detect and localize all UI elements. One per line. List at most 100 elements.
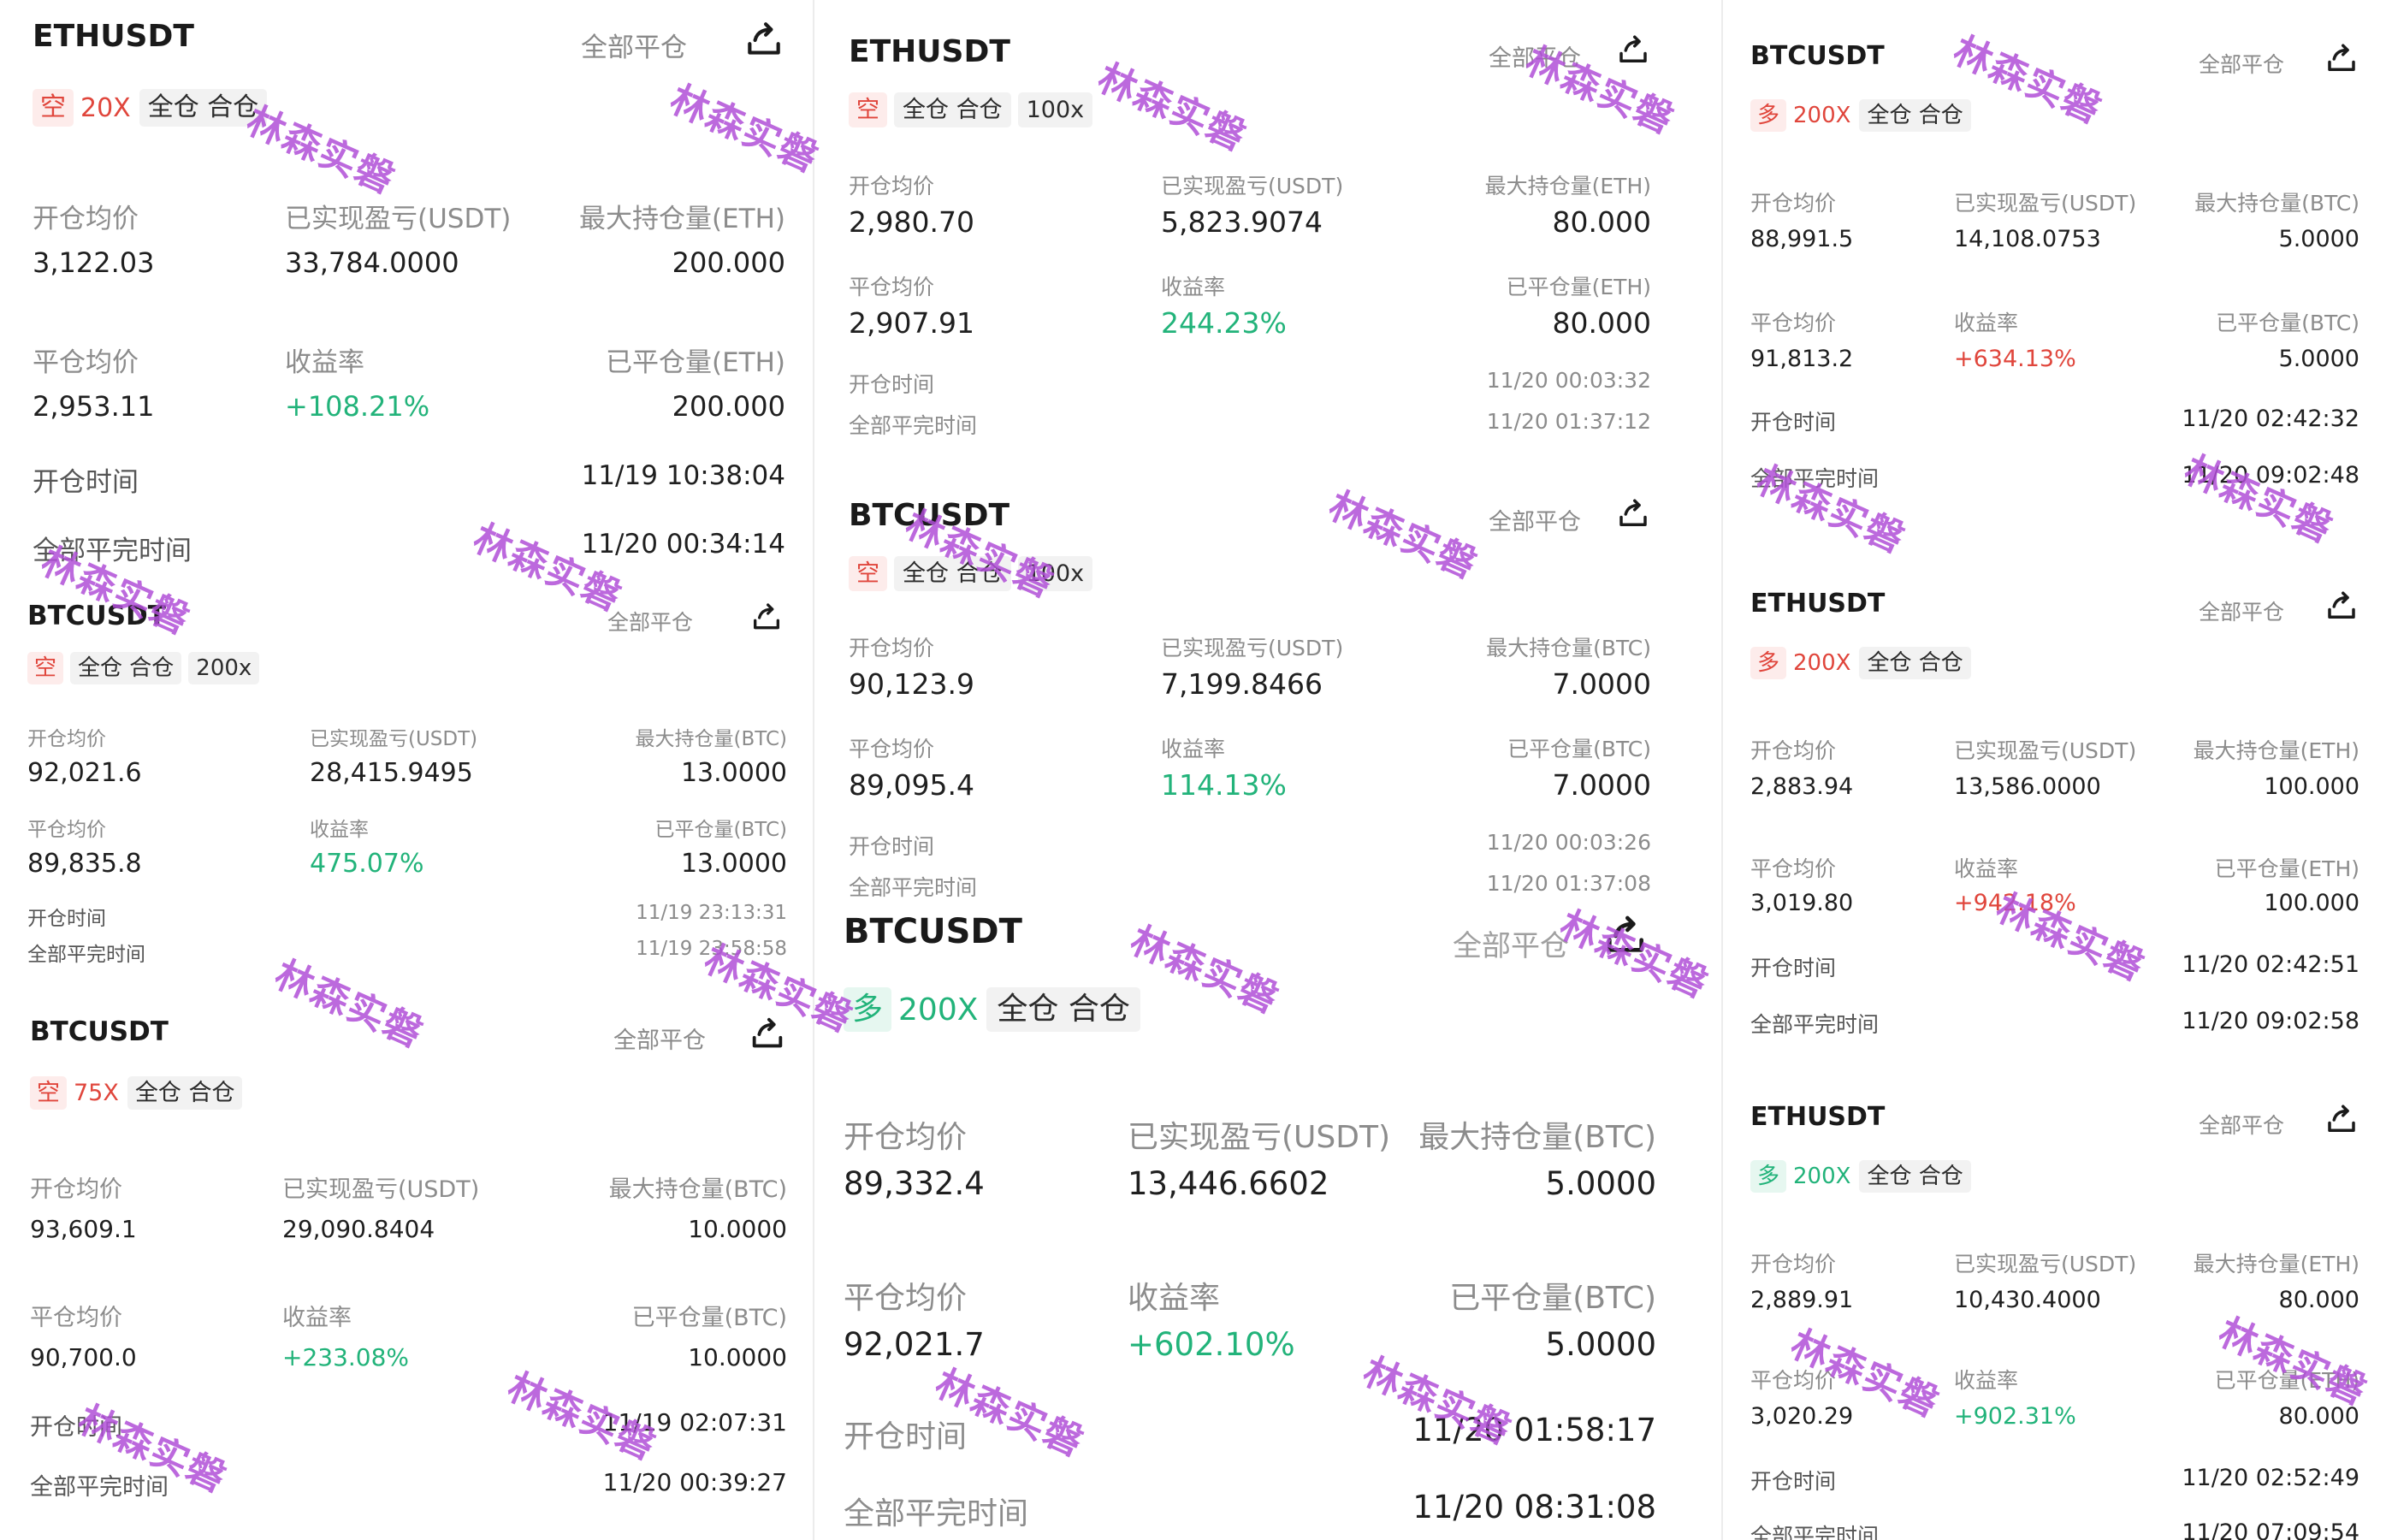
open-time-label: 开仓时间 (1750, 410, 1837, 435)
realized-pnl-label: 已实现盈亏(USDT) (282, 1176, 480, 1203)
roi-label: 收益率 (282, 1305, 352, 1331)
close-avg-value: 92,021.7 (844, 1326, 985, 1363)
max-qty-label: 最大持仓量(ETH) (1484, 174, 1651, 198)
close-time-value: 11/20 00:34:14 (581, 529, 785, 560)
open-avg-value: 2,980.70 (849, 205, 974, 239)
realized-pnl-value: 10,430.4000 (1954, 1287, 2101, 1313)
roi-value: 475.07% (310, 849, 424, 879)
close-avg-label: 平仓均价 (33, 347, 139, 378)
open-avg-label: 开仓均价 (1750, 1252, 1837, 1276)
leverage-badge: 200X (898, 992, 979, 1028)
realized-pnl-label: 已实现盈亏(USDT) (1161, 174, 1344, 198)
roi-label: 收益率 (1954, 1368, 2019, 1393)
roi-label: 收益率 (1954, 311, 2019, 335)
open-time-value: 11/20 02:52:49 (2182, 1465, 2359, 1491)
close-all-button[interactable]: 全部平仓 (1489, 503, 1581, 536)
realized-pnl-value: 14,108.0753 (1954, 226, 2101, 252)
share-icon[interactable] (1615, 33, 1651, 68)
tag-row: 多 200X 全仓 合仓 (1750, 99, 1978, 132)
open-avg-label: 开仓均价 (1750, 191, 1837, 216)
closed-qty-label: 已平仓量(BTC) (654, 819, 788, 841)
share-icon[interactable] (749, 601, 784, 635)
margin-mode-badge: 全仓 合仓 (1859, 1160, 1971, 1193)
close-all-button[interactable]: 全部平仓 (2199, 595, 2284, 626)
close-avg-value: 2,953.11 (33, 390, 155, 423)
max-qty-value: 5.0000 (2278, 226, 2359, 252)
close-time-value: 11/20 07:09:54 (2182, 1519, 2359, 1540)
side-badge: 多 (1750, 99, 1787, 132)
close-avg-value: 90,700.0 (30, 1343, 137, 1371)
open-time-label: 开仓时间 (1750, 1469, 1837, 1494)
closed-qty-value: 5.0000 (1545, 1326, 1656, 1363)
closed-qty-value: 7.0000 (1552, 768, 1651, 802)
close-avg-value: 3,019.80 (1750, 890, 1854, 916)
open-time-label: 开仓时间 (844, 1419, 968, 1454)
closed-qty-label: 已平仓量(BTC) (1449, 1281, 1656, 1316)
closed-qty-value: 10.0000 (688, 1343, 787, 1371)
symbol-title: BTCUSDT (1750, 41, 1885, 71)
tag-row: 多 200X 全仓 合仓 (1750, 1160, 1978, 1193)
share-icon[interactable] (2324, 1102, 2359, 1138)
share-icon[interactable] (743, 19, 785, 62)
max-qty-value: 100.000 (2264, 773, 2359, 800)
roi-label: 收益率 (310, 819, 369, 841)
close-time-value: 11/20 01:37:08 (1486, 871, 1651, 896)
share-icon[interactable] (1615, 496, 1651, 532)
open-time-value: 11/20 00:03:32 (1486, 368, 1651, 393)
open-time-label: 开仓时间 (849, 372, 935, 397)
tag-row: 空 全仓 合仓 100x (849, 92, 1099, 127)
symbol-title: ETHUSDT (1750, 1102, 1886, 1132)
roi-label: 收益率 (1161, 737, 1226, 761)
open-avg-value: 89,332.4 (844, 1165, 985, 1202)
share-icon[interactable] (748, 1015, 787, 1054)
close-all-button[interactable]: 全部平仓 (607, 606, 693, 637)
realized-pnl-value: 5,823.9074 (1161, 205, 1323, 239)
close-time-label: 全部平完时间 (1750, 1012, 1880, 1037)
close-all-button[interactable]: 全部平仓 (613, 1022, 706, 1055)
close-all-button[interactable]: 全部平仓 (581, 26, 687, 64)
closed-qty-value: 13.0000 (680, 849, 787, 879)
share-icon[interactable] (2324, 41, 2359, 77)
roi-value: 114.13% (1161, 768, 1287, 802)
close-avg-value: 89,095.4 (849, 768, 974, 802)
close-time-value: 11/20 01:37:12 (1486, 409, 1651, 434)
side-badge: 多 (1750, 647, 1787, 679)
open-avg-label: 开仓均价 (33, 204, 139, 234)
realized-pnl-value: 7,199.8466 (1161, 667, 1323, 701)
symbol-title: BTCUSDT (30, 1016, 169, 1047)
max-qty-label: 最大持仓量(ETH) (2193, 1252, 2359, 1276)
leverage-badge: 200X (1793, 1164, 1851, 1189)
share-icon[interactable] (2324, 589, 2359, 625)
open-avg-label: 开仓均价 (844, 1120, 968, 1155)
close-all-button[interactable]: 全部平仓 (2199, 48, 2284, 79)
close-avg-label: 平仓均价 (844, 1281, 968, 1316)
open-avg-label: 开仓均价 (849, 636, 935, 660)
roi-value: +634.13% (1954, 346, 2076, 372)
close-avg-label: 平仓均价 (30, 1305, 122, 1331)
leverage-badge: 200x (188, 652, 260, 684)
open-avg-value: 93,609.1 (30, 1215, 137, 1243)
close-all-button[interactable]: 全部平仓 (1453, 922, 1569, 964)
close-time-value: 11/20 08:31:08 (1412, 1489, 1656, 1525)
symbol-title: ETHUSDT (1750, 589, 1886, 619)
tag-row: 空 20X 全仓 合仓 (33, 89, 274, 127)
margin-mode-badge: 全仓 合仓 (127, 1076, 243, 1110)
open-time-value: 11/20 02:42:32 (2182, 406, 2359, 432)
close-all-button[interactable]: 全部平仓 (2199, 1109, 2284, 1140)
max-qty-value: 5.0000 (1545, 1165, 1656, 1202)
open-time-label: 开仓时间 (1750, 956, 1837, 980)
realized-pnl-label: 已实现盈亏(USDT) (1954, 1252, 2137, 1276)
margin-mode-badge: 全仓 合仓 (986, 987, 1140, 1032)
side-badge: 空 (849, 92, 887, 127)
realized-pnl-label: 已实现盈亏(USDT) (1161, 636, 1344, 660)
max-qty-value: 80.000 (1552, 205, 1651, 239)
roi-value: 244.23% (1161, 306, 1287, 340)
open-time-value: 11/20 00:03:26 (1486, 830, 1651, 855)
closed-qty-label: 已平仓量(ETH) (2214, 856, 2359, 881)
realized-pnl-value: 13,446.6602 (1128, 1165, 1329, 1202)
leverage-badge: 20X (80, 92, 131, 123)
closed-qty-value: 200.000 (672, 390, 785, 423)
right-panel: BTCUSDT 全部平仓 多 200X 全仓 合仓 开仓均价 已实现盈亏(USD… (1723, 0, 2392, 1540)
max-qty-label: 最大持仓量(BTC) (635, 728, 788, 750)
realized-pnl-label: 已实现盈亏(USDT) (310, 728, 478, 750)
